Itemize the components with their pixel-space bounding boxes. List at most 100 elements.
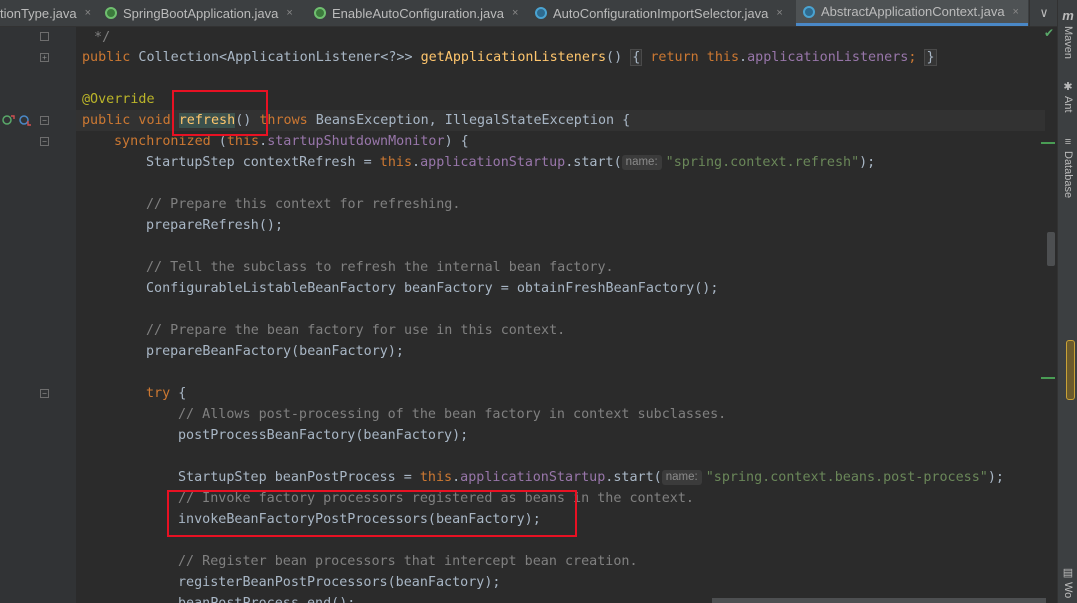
field-name: applicationStartup: [460, 470, 606, 485]
fold-marker-icon[interactable]: +: [40, 53, 49, 62]
override-gutter-icon[interactable]: [2, 113, 32, 127]
tool-strip-scroll-indicator[interactable]: [1066, 340, 1075, 400]
change-marker[interactable]: [1041, 142, 1055, 144]
code-text: );: [859, 155, 876, 170]
code-text: .start(: [605, 470, 662, 485]
annotation-box-invoke: [167, 490, 577, 537]
code-text: .: [259, 134, 268, 149]
code-text: .: [412, 155, 421, 170]
tab-springbootapplication[interactable]: SpringBootApplication.java ×: [105, 0, 293, 26]
tab-label: SpringBootApplication.java: [123, 5, 279, 21]
parameter-hint: name:: [621, 155, 662, 170]
tab-overflow-button[interactable]: ∨: [1029, 0, 1057, 26]
database-tool-button[interactable]: ≡ Database: [1058, 136, 1077, 198]
code-text: Collection<ApplicationListener<?>>: [130, 50, 421, 65]
close-icon[interactable]: ×: [776, 7, 782, 19]
code-line: postProcessBeanFactory(beanFactory);: [178, 428, 469, 443]
keyword: public: [82, 50, 131, 65]
tool-label: Ant: [1062, 96, 1074, 113]
code-comment: // Register bean processors that interce…: [178, 554, 638, 569]
code-text: ) {: [444, 134, 469, 149]
keyword: this: [419, 470, 453, 485]
class-icon: [803, 5, 815, 18]
editor-tab-bar: tionType.java × SpringBootApplication.ja…: [0, 0, 1057, 27]
folded-brace[interactable]: }: [924, 49, 937, 66]
field-name: startupShutdownMonitor: [267, 134, 445, 149]
code-text: {: [170, 386, 187, 401]
code-text: (): [606, 50, 623, 65]
tab-abstractapplicationcontext[interactable]: AbstractApplicationContext.java ×: [796, 0, 1028, 26]
tool-label: Maven: [1062, 26, 1074, 60]
code-line: prepareBeanFactory(beanFactory);: [146, 344, 404, 359]
code-comment: // Allows post-processing of the bean fa…: [178, 407, 727, 422]
code-text: ;: [908, 50, 917, 65]
fold-marker-icon[interactable]: [40, 32, 49, 41]
right-tool-strip: m Maven ✱ Ant ≡ Database ▤ Wo: [1057, 0, 1077, 603]
code-line: synchronized (this.startupShutdownMonito…: [114, 131, 469, 152]
code-text: BeansException, IllegalStateException {: [307, 113, 631, 128]
code-text: .: [739, 50, 748, 65]
annotation-box-refresh: [172, 90, 268, 136]
code-text: StartupStep beanPostProcess =: [178, 470, 420, 485]
code-text: StartupStep contextRefresh =: [146, 155, 380, 170]
code-comment: // Prepare this context for refreshing.: [146, 197, 461, 212]
horizontal-scrollbar-thumb[interactable]: [712, 598, 1046, 603]
database-icon: ≡: [1064, 136, 1072, 148]
fold-marker-icon[interactable]: −: [40, 137, 49, 146]
maven-tool-button[interactable]: m Maven: [1058, 8, 1077, 59]
string-literal: "spring.context.beans.post-process": [705, 470, 988, 485]
parameter-hint: name:: [661, 470, 702, 485]
code-line: beanPostProcess.end();: [178, 593, 355, 603]
keyword: public void: [82, 113, 179, 128]
inspection-ok-icon[interactable]: ✔: [1044, 26, 1054, 40]
fold-marker-icon[interactable]: −: [40, 116, 49, 125]
field-name: applicationListeners: [747, 50, 909, 65]
class-icon: [535, 7, 547, 19]
close-icon[interactable]: ×: [1013, 6, 1019, 18]
code-line: StartupStep contextRefresh = this.applic…: [146, 152, 875, 173]
code-text: .start(: [565, 155, 622, 170]
code-line: ConfigurableListableBeanFactory beanFact…: [146, 281, 719, 296]
close-icon[interactable]: ×: [512, 7, 518, 19]
code-text: );: [987, 470, 1004, 485]
code-line: @Override: [82, 92, 155, 107]
panel-icon: ▤: [1062, 567, 1074, 579]
code-comment: // Tell the subclass to refresh the inte…: [146, 260, 614, 275]
fold-marker-icon[interactable]: −: [40, 389, 49, 398]
code-line: public Collection<ApplicationListener<?>…: [82, 47, 937, 68]
word-tool-button[interactable]: ▤ Wo: [1058, 566, 1077, 598]
tab-autoconfigurationimportselector[interactable]: AutoConfigurationImportSelector.java ×: [535, 0, 783, 26]
keyword: this: [379, 155, 413, 170]
spring-annotation-icon: [105, 7, 117, 19]
scrollbar-thumb[interactable]: [1047, 232, 1055, 266]
ant-icon: ✱: [1063, 81, 1073, 93]
tab-type-java[interactable]: tionType.java ×: [0, 0, 91, 26]
tab-enableautoconfiguration[interactable]: EnableAutoConfiguration.java ×: [314, 0, 518, 26]
code-line: */: [86, 30, 111, 45]
maven-icon: m: [1062, 8, 1074, 23]
tool-label: Database: [1062, 151, 1074, 199]
vertical-scrollbar[interactable]: [1046, 27, 1057, 603]
code-line: public void refresh() throws BeansExcept…: [82, 110, 630, 131]
spring-annotation-icon: [314, 7, 326, 19]
change-marker[interactable]: [1041, 377, 1055, 379]
code-line: registerBeanPostProcessors(beanFactory);: [178, 575, 501, 590]
code-line: StartupStep beanPostProcess = this.appli…: [178, 467, 1004, 488]
code-line: prepareRefresh();: [146, 218, 284, 233]
tool-label: Wo: [1062, 582, 1074, 599]
tab-label: AutoConfigurationImportSelector.java: [553, 5, 769, 21]
folded-brace[interactable]: {: [630, 49, 643, 66]
code-line: try {: [146, 383, 186, 404]
ant-tool-button[interactable]: ✱ Ant: [1058, 80, 1077, 113]
method-name: getApplicationListeners: [420, 50, 607, 65]
keyword: return: [650, 50, 699, 65]
keyword: this: [706, 50, 740, 65]
code-text: (: [210, 134, 227, 149]
close-icon[interactable]: ×: [286, 7, 292, 19]
close-icon[interactable]: ×: [85, 7, 91, 19]
field-name: applicationStartup: [420, 155, 566, 170]
code-text: .: [452, 470, 461, 485]
keyword: this: [226, 134, 260, 149]
code-comment: // Prepare the bean factory for use in t…: [146, 323, 566, 338]
tab-label: EnableAutoConfiguration.java: [332, 5, 505, 21]
